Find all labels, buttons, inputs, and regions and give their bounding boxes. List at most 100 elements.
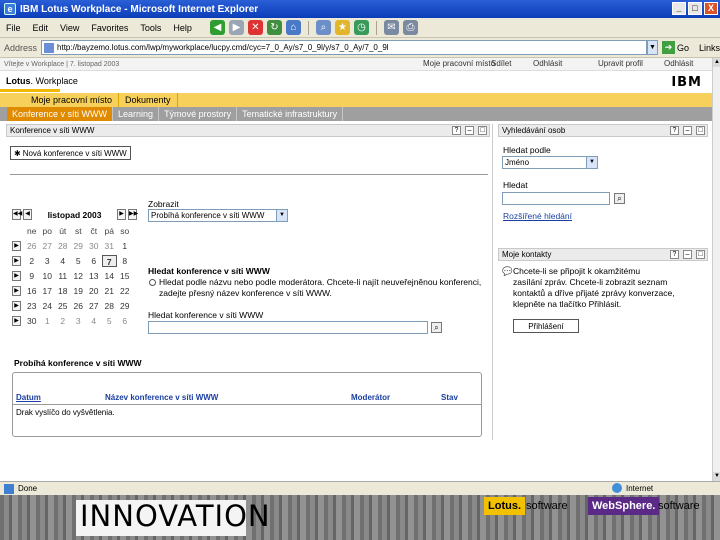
- vertical-scrollbar[interactable]: ▲ ▼: [712, 58, 720, 481]
- calendar-day[interactable]: 25: [55, 300, 71, 312]
- week-select-icon[interactable]: ▶: [12, 301, 21, 311]
- menu-edit[interactable]: Edit: [27, 23, 55, 33]
- calendar-day[interactable]: 23: [24, 300, 40, 312]
- maximize-portlet-icon[interactable]: □: [478, 126, 487, 135]
- calendar-day[interactable]: 18: [55, 285, 71, 297]
- maximize-portlet-icon[interactable]: □: [696, 126, 705, 135]
- link-logout[interactable]: Odhlásit: [664, 59, 693, 68]
- menu-view[interactable]: View: [54, 23, 85, 33]
- next-month-icon[interactable]: ▶: [117, 209, 126, 220]
- calendar-day[interactable]: 2: [55, 315, 71, 327]
- column-status[interactable]: Stav: [441, 393, 458, 402]
- people-search-input[interactable]: [502, 192, 610, 205]
- tab-learning[interactable]: Learning: [113, 107, 160, 121]
- minimize-portlet-icon[interactable]: –: [683, 126, 692, 135]
- calendar-day[interactable]: 26: [71, 300, 87, 312]
- calendar-day[interactable]: 26: [24, 240, 40, 252]
- calendar-day[interactable]: 5: [71, 255, 87, 267]
- column-date[interactable]: Datum: [16, 393, 41, 402]
- scroll-down-icon[interactable]: ▼: [713, 472, 720, 481]
- link-my-workplace[interactable]: Moje pracovní místo: [423, 59, 495, 68]
- tab-my-workplace[interactable]: Moje pracovní místo: [25, 93, 120, 107]
- menu-favorites[interactable]: Favorites: [85, 23, 134, 33]
- calendar-day[interactable]: 29: [71, 240, 87, 252]
- calendar-day[interactable]: 15: [117, 270, 133, 282]
- minimize-portlet-icon[interactable]: –: [465, 126, 474, 135]
- search-icon[interactable]: ⌕: [315, 20, 331, 35]
- minimize-button[interactable]: _: [672, 2, 686, 15]
- menu-file[interactable]: File: [0, 23, 27, 33]
- search-icon[interactable]: ⌕: [431, 322, 442, 333]
- calendar-day[interactable]: 8: [117, 255, 133, 267]
- week-select-icon[interactable]: ▶: [12, 316, 21, 326]
- login-button[interactable]: Přihlášení: [513, 319, 579, 333]
- calendar-day[interactable]: 5: [102, 315, 118, 327]
- new-conference-button[interactable]: ✱ Nová konference v síti WWW: [10, 146, 131, 160]
- calendar-day[interactable]: 2: [24, 255, 40, 267]
- maximize-portlet-icon[interactable]: □: [696, 250, 705, 259]
- link-edit-profile[interactable]: Upravit profil: [598, 59, 643, 68]
- address-input[interactable]: http://bayzemo.lotus.com/lwp/myworkplace…: [41, 40, 647, 55]
- calendar-day[interactable]: 17: [40, 285, 56, 297]
- calendar-day[interactable]: 24: [40, 300, 56, 312]
- calendar-day[interactable]: 22: [117, 285, 133, 297]
- calendar-day[interactable]: 31: [102, 240, 118, 252]
- calendar-day[interactable]: 7: [101, 255, 117, 267]
- calendar-day[interactable]: 12: [71, 270, 87, 282]
- search-radio[interactable]: [149, 279, 156, 286]
- calendar-day[interactable]: 1: [40, 315, 56, 327]
- calendar-day[interactable]: 27: [40, 240, 56, 252]
- tab-web-conferences[interactable]: Konference v síti WWW: [7, 107, 114, 121]
- help-icon[interactable]: ?: [670, 126, 679, 135]
- mail-icon[interactable]: ✉: [383, 20, 399, 35]
- column-name[interactable]: Název konference v síti WWW: [105, 393, 218, 402]
- calendar-day[interactable]: 11: [55, 270, 71, 282]
- week-select-icon[interactable]: ▶: [12, 241, 21, 251]
- menu-help[interactable]: Help: [167, 23, 198, 33]
- scroll-up-icon[interactable]: ▲: [713, 58, 720, 67]
- week-select-icon[interactable]: ▶: [12, 271, 21, 281]
- search-icon[interactable]: ⌕: [614, 193, 625, 204]
- link-share[interactable]: Sdílet: [491, 59, 511, 68]
- links-label[interactable]: Links: [699, 43, 720, 53]
- calendar-day[interactable]: 30: [86, 240, 102, 252]
- back-icon[interactable]: ◀: [209, 20, 225, 35]
- print-icon[interactable]: ⎙: [402, 20, 418, 35]
- minimize-portlet-icon[interactable]: –: [683, 250, 692, 259]
- tab-infrastructure[interactable]: Tematické infrastruktury: [237, 107, 344, 121]
- calendar-day[interactable]: 10: [40, 270, 56, 282]
- stop-icon[interactable]: ✕: [247, 20, 263, 35]
- forward-icon[interactable]: ▶: [228, 20, 244, 35]
- home-icon[interactable]: ⌂: [285, 20, 301, 35]
- calendar-day[interactable]: 4: [55, 255, 71, 267]
- calendar-day[interactable]: 14: [102, 270, 118, 282]
- calendar-day[interactable]: 30: [24, 315, 40, 327]
- tab-team-spaces[interactable]: Týmové prostory: [159, 107, 238, 121]
- search-by-select[interactable]: Jméno ▼: [502, 156, 598, 169]
- calendar-day[interactable]: 6: [86, 255, 102, 267]
- link-logout-top[interactable]: Odhlásit: [533, 59, 562, 68]
- calendar-day[interactable]: 4: [86, 315, 102, 327]
- calendar-day[interactable]: 13: [86, 270, 102, 282]
- calendar-day[interactable]: 16: [24, 285, 40, 297]
- maximize-button[interactable]: □: [688, 2, 702, 15]
- calendar-day[interactable]: 3: [71, 315, 87, 327]
- calendar-day[interactable]: 28: [102, 300, 118, 312]
- help-icon[interactable]: ?: [452, 126, 461, 135]
- favorites-icon[interactable]: ★: [334, 20, 350, 35]
- prev-year-icon[interactable]: ◀◀: [12, 209, 22, 220]
- address-dropdown-icon[interactable]: ▼: [646, 40, 658, 55]
- column-moderator[interactable]: Moderátor: [351, 393, 390, 402]
- next-year-icon[interactable]: ▶▶: [128, 209, 138, 220]
- refresh-icon[interactable]: ↻: [266, 20, 282, 35]
- go-button[interactable]: ➔ Go: [661, 41, 689, 54]
- calendar-day[interactable]: 27: [86, 300, 102, 312]
- calendar-day[interactable]: 19: [71, 285, 87, 297]
- advanced-search-link[interactable]: Rozšířené hledání: [503, 211, 572, 221]
- week-select-icon[interactable]: ▶: [12, 256, 21, 266]
- calendar-day[interactable]: 6: [117, 315, 133, 327]
- calendar-day[interactable]: 28: [55, 240, 71, 252]
- show-select[interactable]: Probíhá konference v síti WWW ▼: [148, 209, 288, 222]
- prev-month-icon[interactable]: ◀: [23, 209, 32, 220]
- conference-search-input[interactable]: [148, 321, 428, 334]
